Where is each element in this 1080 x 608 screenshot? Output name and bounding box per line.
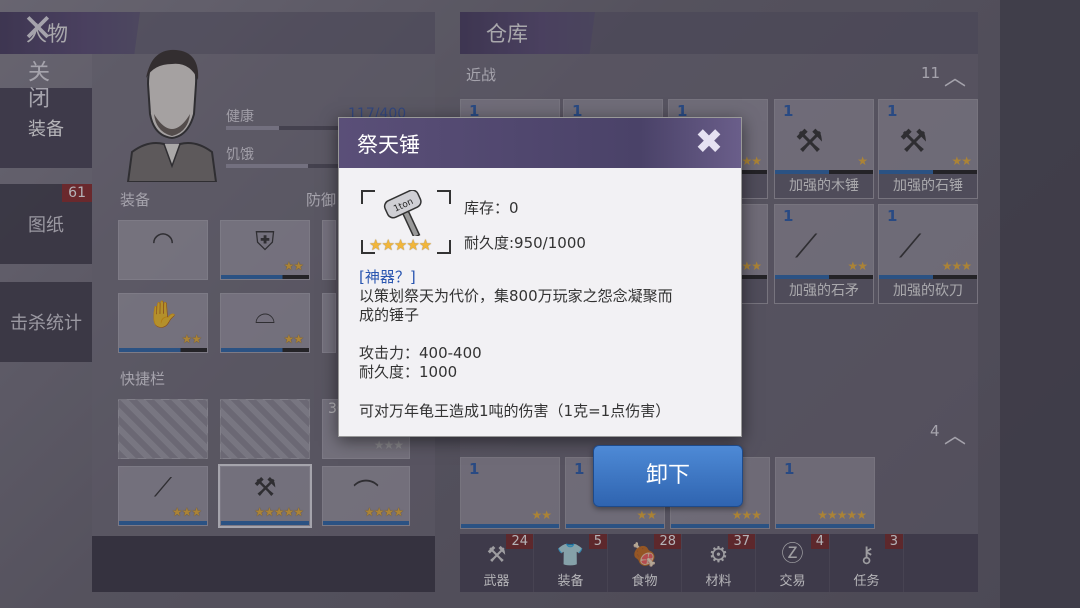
modal-title: 祭天锤	[357, 133, 420, 157]
unload-button[interactable]: 卸下	[593, 445, 743, 507]
item-detail-modal: 祭天锤 ✖ 1ton ★★★★★ 库存：0 耐久度:950/1000 [神器？]…	[338, 117, 742, 437]
ton-hammer-icon: 1ton	[383, 190, 422, 236]
durability-current-text: 耐久度:950/1000	[464, 234, 586, 252]
item-desc-line1: 以策划祭天为代价，集800万玩家之怨念凝聚而	[359, 287, 673, 305]
frame-corner	[437, 240, 451, 254]
item-icon-frame: 1ton ★★★★★	[361, 190, 451, 254]
item-tag: [神器？]	[359, 268, 416, 286]
item-stars: ★★★★★	[369, 236, 432, 254]
frame-corner	[437, 190, 451, 204]
attack-text: 攻击力：400-400	[359, 344, 482, 362]
modal-close-icon[interactable]: ✖	[689, 122, 729, 162]
frame-corner	[361, 190, 375, 204]
durability-max-text: 耐久度：1000	[359, 363, 458, 381]
item-desc-line2: 成的锤子	[359, 306, 420, 324]
stock-text: 库存：0	[464, 199, 519, 217]
item-note: 可对万年龟王造成1吨的伤害（1克=1点伤害）	[359, 402, 671, 420]
